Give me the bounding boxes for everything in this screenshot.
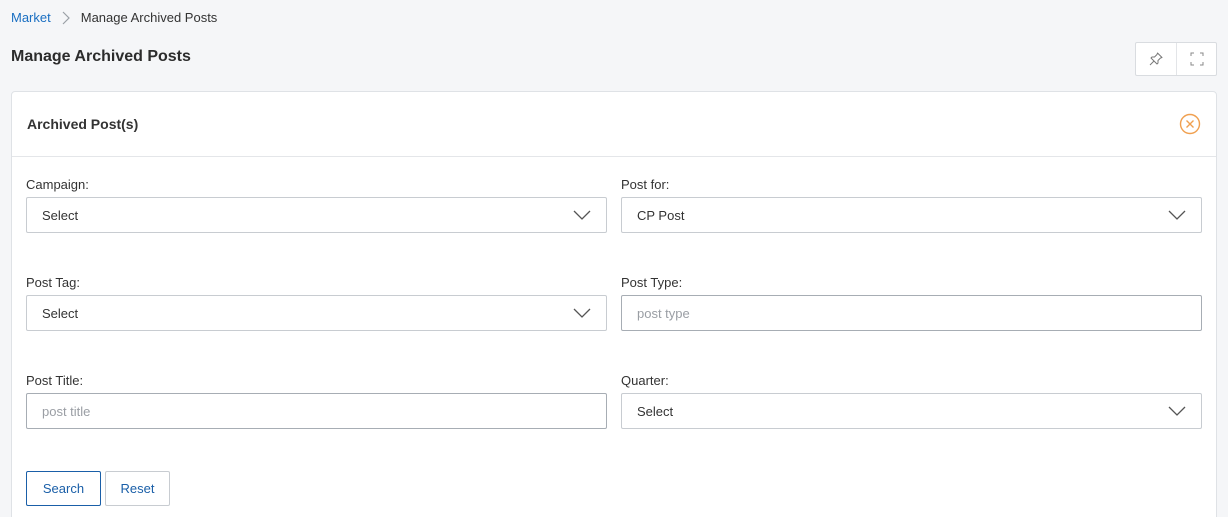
campaign-label: Campaign:: [26, 177, 89, 192]
panel-title: Archived Post(s): [27, 116, 139, 132]
pin-icon: [1148, 51, 1164, 67]
breadcrumb: Market Manage Archived Posts: [11, 10, 217, 25]
chevron-down-icon: [1168, 210, 1186, 220]
post-tag-select-value: Select: [42, 305, 79, 321]
title-actions: [1135, 42, 1217, 76]
post-title-label: Post Title:: [26, 373, 84, 388]
close-circle-icon: [1179, 113, 1201, 135]
quarter-select[interactable]: Select: [621, 393, 1202, 429]
chevron-down-icon: [1168, 406, 1186, 416]
reset-button[interactable]: Reset: [105, 471, 170, 506]
fullscreen-button[interactable]: [1176, 43, 1216, 75]
post-type-label: Post Type:: [621, 275, 683, 290]
chevron-right-icon: [61, 11, 71, 25]
panel-header: Archived Post(s): [12, 92, 1216, 157]
post-tag-label: Post Tag:: [26, 275, 80, 290]
post-title-input[interactable]: [26, 393, 607, 429]
post-for-select[interactable]: CP Post: [621, 197, 1202, 233]
post-for-label: Post for:: [621, 177, 670, 192]
post-for-select-value: CP Post: [637, 207, 685, 223]
quarter-label: Quarter:: [621, 373, 669, 388]
quarter-select-value: Select: [637, 403, 674, 419]
campaign-select[interactable]: Select: [26, 197, 607, 233]
fullscreen-icon: [1189, 51, 1205, 67]
campaign-select-value: Select: [42, 207, 79, 223]
page-title: Manage Archived Posts: [11, 48, 191, 65]
chevron-down-icon: [573, 210, 591, 220]
pin-button[interactable]: [1136, 43, 1176, 75]
search-button[interactable]: Search: [26, 471, 101, 506]
breadcrumb-market-link[interactable]: Market: [11, 10, 51, 25]
close-panel-button[interactable]: [1178, 112, 1202, 136]
chevron-down-icon: [573, 308, 591, 318]
breadcrumb-current: Manage Archived Posts: [80, 10, 218, 25]
post-type-input[interactable]: [621, 295, 1202, 331]
post-tag-select[interactable]: Select: [26, 295, 607, 331]
